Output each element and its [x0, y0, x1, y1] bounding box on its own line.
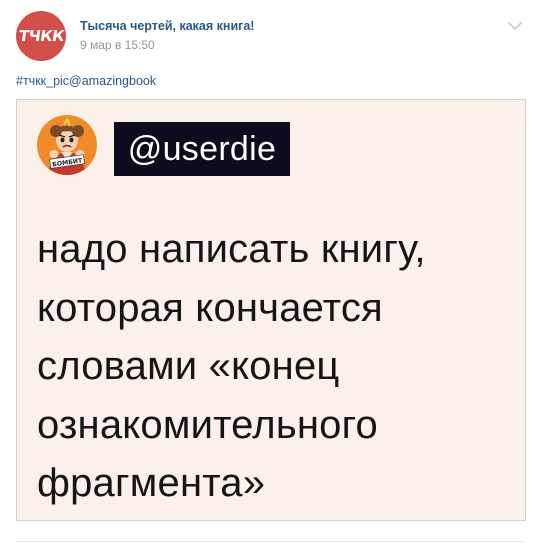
- hashtag-link[interactable]: #тчкк_pic@amazingbook: [16, 74, 156, 88]
- wall-post: ТЧКК Тысяча чертей, какая книга! 9 мар в…: [0, 0, 544, 552]
- twitter-handle-label: @userdie: [114, 122, 290, 176]
- group-avatar[interactable]: ТЧКК: [16, 11, 66, 61]
- tweet-text-line: которая кончается: [37, 285, 383, 330]
- tweet-text: надо написать книгу, которая кончается с…: [37, 220, 517, 513]
- post-divider: [16, 541, 526, 542]
- tweet-text-line: словами «конец: [37, 344, 340, 388]
- tweet-text-line: ознакомительного: [37, 402, 378, 447]
- post-image[interactable]: БОМБИТ @userdie надо написать книгу, кот…: [16, 99, 526, 521]
- tweet-text-line: надо написать книгу,: [37, 227, 426, 271]
- tweet-text-line: фрагмента»: [37, 461, 266, 505]
- chevron-down-icon[interactable]: [505, 18, 525, 34]
- group-avatar-logo-text: ТЧКК: [17, 27, 65, 45]
- cartoon-avatar-icon: БОМБИТ: [36, 114, 98, 176]
- post-date-link[interactable]: 9 мар в 15:50: [80, 38, 155, 52]
- author-name-link[interactable]: Тысяча чертей, какая книга!: [80, 19, 254, 33]
